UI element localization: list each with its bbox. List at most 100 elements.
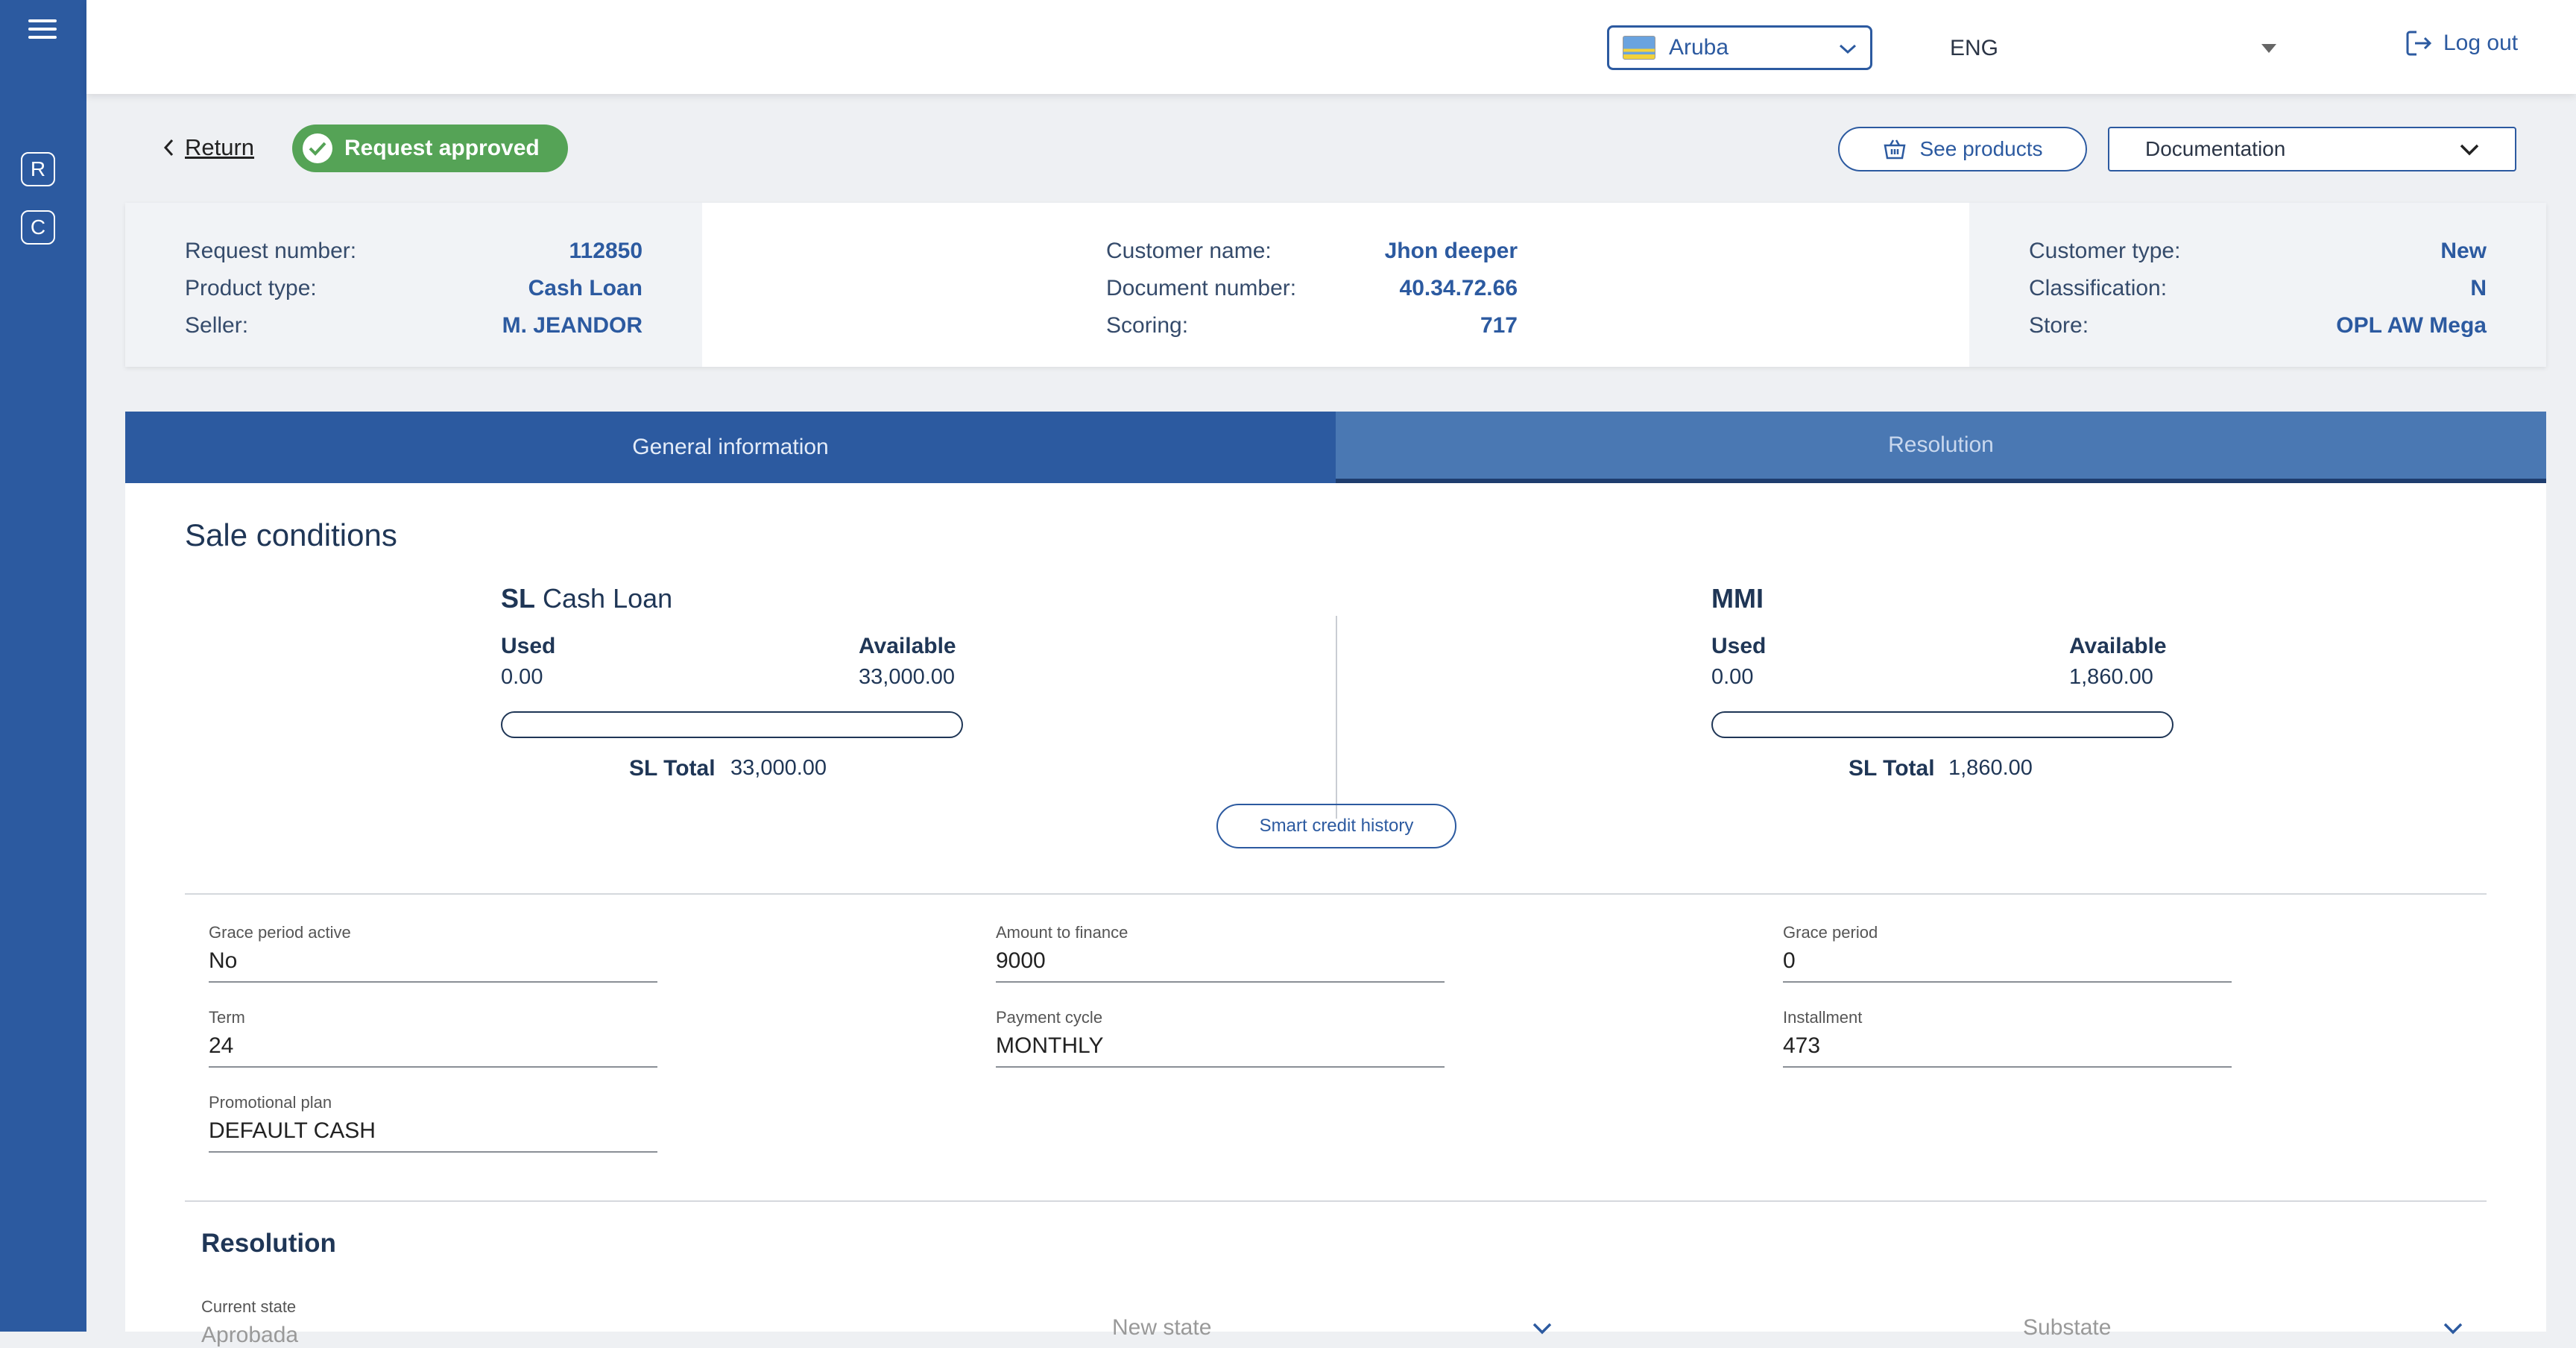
summary-row: Seller: M. JEANDOR (185, 307, 643, 344)
sidebar-item-c[interactable]: C (21, 210, 55, 245)
country-select[interactable]: Aruba (1607, 25, 1872, 70)
field-value: 24 (209, 1033, 657, 1068)
available-value: 1,860.00 (2069, 665, 2153, 689)
field-value: 473 (1783, 1033, 2232, 1068)
check-circle-icon (303, 133, 332, 163)
credit-usage-bar (1711, 711, 2174, 738)
summary-row: Classification: N (2029, 270, 2487, 307)
summary-label: Customer type: (2029, 239, 2181, 263)
tab-resolution[interactable]: Resolution (1336, 412, 2546, 483)
available-value: 33,000.00 (859, 665, 956, 689)
chevron-down-icon (1532, 1315, 1552, 1341)
payment-cycle-field[interactable]: Payment cycle MONTHLY (996, 1008, 1445, 1068)
summary-label: Customer name: (1106, 239, 1272, 263)
summary-label: Seller: (185, 313, 249, 338)
new-state-select[interactable]: New state (1112, 1315, 1552, 1341)
available-label: Available (859, 634, 956, 658)
summary-row: Scoring: 717 (1106, 307, 1518, 344)
summary-column-customer: Customer name: Jhon deeper Document numbe… (1106, 203, 1683, 367)
aruba-flag-icon (1623, 36, 1655, 60)
total-label: SL Total (1849, 756, 1935, 781)
field-value: No (209, 948, 657, 983)
field-label: Installment (1783, 1008, 1863, 1027)
section-divider (185, 1200, 2487, 1202)
credit-name: Cash Loan (543, 583, 673, 614)
smart-credit-history-button[interactable]: Smart credit history (1216, 804, 1456, 848)
used-value: 0.00 (1711, 665, 1754, 689)
summary-value: M. JEANDOR (502, 313, 643, 338)
summary-value: N (2470, 276, 2487, 300)
field-value: DEFAULT CASH (209, 1118, 657, 1153)
request-summary: Request number: 112850 Product type: Cash … (125, 203, 2546, 367)
total-value: 1,860.00 (1948, 756, 2033, 780)
summary-label: Document number: (1106, 276, 1297, 300)
status-label: Request approved (344, 136, 540, 160)
field-value: 0 (1783, 948, 2232, 983)
total-label: SL Total (629, 756, 716, 781)
field-label: Term (209, 1008, 245, 1027)
summary-row: Request number: 112850 (185, 233, 643, 270)
summary-value: Cash Loan (528, 276, 643, 300)
summary-label: Product type: (185, 276, 317, 300)
section-title: Sale conditions (185, 517, 397, 552)
term-field[interactable]: Term 24 (209, 1008, 657, 1068)
summary-value: Jhon deeper (1384, 239, 1518, 263)
logout-button[interactable]: Log out (2405, 28, 2518, 58)
tab-bar: General information Resolution (125, 412, 2546, 483)
summary-row: Customer type: New (2029, 233, 2487, 270)
credit-divider (1336, 616, 1337, 819)
total-value: 33,000.00 (730, 756, 827, 780)
used-value: 0.00 (501, 665, 543, 689)
caret-down-icon (2261, 44, 2276, 53)
documentation-dropdown[interactable]: Documentation (2108, 127, 2516, 171)
country-label: Aruba (1669, 35, 1729, 60)
credit-code: SL (501, 583, 536, 614)
grace-period-active-field[interactable]: Grace period active No (209, 923, 657, 983)
chevron-down-icon (2460, 137, 2479, 161)
chevron-down-icon (1839, 37, 1857, 60)
see-products-label: See products (1919, 137, 2043, 160)
summary-label: Classification: (2029, 276, 2168, 300)
summary-value: 112850 (569, 239, 643, 263)
summary-row: Store: OPL AW Mega (2029, 307, 2487, 344)
summary-value: 40.34.72.66 (1399, 276, 1518, 300)
summary-label: Store: (2029, 313, 2089, 338)
summary-value: OPL AW Mega (2336, 313, 2487, 338)
summary-row: Document number: 40.34.72.66 (1106, 270, 1518, 307)
field-value: MONTHLY (996, 1033, 1445, 1068)
field-label: Grace period (1783, 923, 1878, 942)
field-value: 9000 (996, 948, 1445, 983)
field-label: Promotional plan (209, 1093, 332, 1112)
see-products-button[interactable]: See products (1838, 127, 2087, 171)
summary-column-store: Customer type: New Classification: N Store… (1969, 203, 2546, 367)
sidebar-item-r[interactable]: R (21, 152, 55, 186)
substate-select[interactable]: Substate (2023, 1315, 2463, 1341)
logout-icon (2406, 31, 2432, 56)
used-label: Used (501, 634, 556, 658)
amount-to-finance-field[interactable]: Amount to finance 9000 (996, 923, 1445, 983)
basket-icon (1884, 139, 1905, 160)
new-state-placeholder: New state (1112, 1315, 1212, 1340)
grace-period-field[interactable]: Grace period 0 (1783, 923, 2232, 983)
resolution-title: Resolution (201, 1229, 336, 1258)
main-content: Sale conditions SL Cash Loan Used 0.00 A… (125, 483, 2546, 1347)
credit-title-mmi: MMI (1711, 583, 1764, 614)
field-label: Payment cycle (996, 1008, 1103, 1027)
installment-field[interactable]: Installment 473 (1783, 1008, 2232, 1068)
language-select[interactable]: ENG (1950, 33, 2285, 64)
field-label: Grace period active (209, 923, 351, 942)
field-value: Aprobada (201, 1323, 299, 1347)
documentation-label: Documentation (2145, 137, 2286, 160)
return-link[interactable]: Return (162, 134, 254, 161)
language-label: ENG (1950, 36, 1999, 60)
chevron-down-icon (2443, 1315, 2463, 1341)
hamburger-menu-icon[interactable] (28, 19, 57, 40)
summary-label: Request number: (185, 239, 357, 263)
promotional-plan-field[interactable]: Promotional plan DEFAULT CASH (209, 1093, 657, 1153)
credit-title-sl: SL Cash Loan (501, 583, 672, 614)
status-badge: Request approved (292, 125, 568, 172)
field-label: Current state (201, 1297, 297, 1316)
current-state-field: Current state Aprobada (201, 1297, 298, 1348)
tab-general-information[interactable]: General information (125, 412, 1336, 483)
logout-label: Log out (2443, 31, 2519, 55)
